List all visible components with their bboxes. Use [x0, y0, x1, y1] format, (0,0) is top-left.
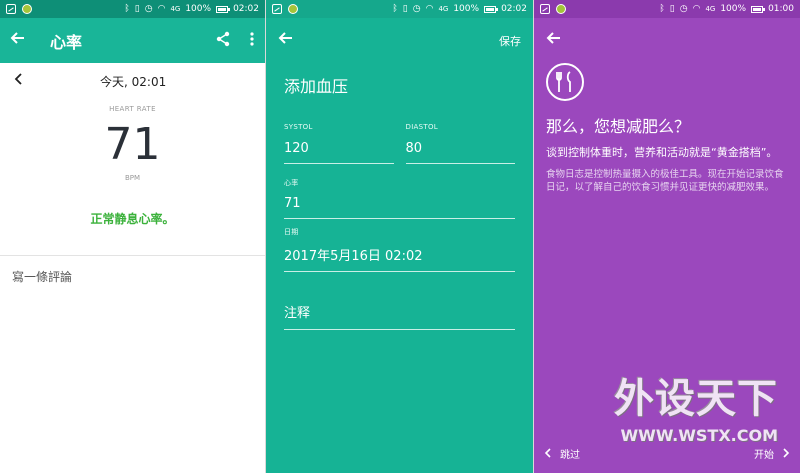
battery-icon	[216, 5, 231, 13]
app-notification-icon	[288, 4, 298, 14]
skip-button[interactable]: 跳过	[544, 446, 580, 461]
field-underline	[405, 163, 515, 164]
share-icon[interactable]	[215, 31, 231, 51]
skip-label: 跳过	[560, 449, 580, 461]
battery-icon	[751, 5, 766, 13]
screenshot-icon	[6, 4, 16, 14]
bluetooth-icon: ᛒ	[124, 4, 130, 14]
chevron-left-icon[interactable]	[14, 73, 24, 89]
heading: 那么，您想减肥么？	[546, 117, 691, 136]
write-comment-field[interactable]: 寫一條評論	[0, 256, 265, 297]
date-field[interactable]: 日期 2017年5月16日 02:02	[266, 227, 533, 272]
back-arrow-icon[interactable]	[278, 30, 294, 51]
start-button[interactable]: 开始	[754, 446, 790, 461]
heart-rate-value: 71	[104, 119, 161, 170]
heart-rate-field[interactable]: 心率 71	[266, 178, 533, 219]
signal-label: 4G	[438, 4, 449, 13]
app-bar: 心率	[0, 18, 265, 63]
heart-rate-screen: ᛒ ▯ ◷ ◠ 4G 100% 02:02 心率 今天, 02:01 HEART…	[0, 0, 265, 473]
heart-rate-label: 心率	[284, 179, 299, 187]
app-notification-icon	[556, 4, 566, 14]
wifi-icon: ◠	[425, 4, 434, 14]
screenshot-icon	[540, 4, 550, 14]
status-time: 02:02	[501, 4, 527, 14]
vibrate-icon: ▯	[134, 4, 140, 14]
date-row: 今天, 02:01	[0, 63, 265, 99]
start-label: 开始	[754, 449, 774, 461]
wifi-icon: ◠	[157, 4, 166, 14]
field-underline	[284, 163, 394, 164]
app-bar: 保存	[266, 18, 533, 63]
footer-nav: 跳过 开始	[534, 433, 800, 473]
diastolic-field[interactable]: DIASTOL 80	[405, 123, 516, 164]
watermark-text: 外设天下	[614, 376, 778, 422]
status-bar: ᛒ ▯ ◷ ◠ 4G 100% 01:00	[534, 0, 800, 18]
field-underline	[284, 329, 515, 330]
heart-rate-label: HEART RATE	[109, 105, 156, 113]
field-underline	[284, 218, 515, 219]
fork-knife-icon	[546, 63, 584, 101]
diastolic-value[interactable]: 80	[406, 141, 516, 156]
alarm-icon: ◷	[144, 4, 153, 14]
subheading: 谈到控制体重时，营养和活动就是“黄金搭档”。	[546, 146, 778, 159]
wifi-icon: ◠	[692, 4, 701, 14]
systolic-field[interactable]: SYSTOL 120	[284, 123, 394, 164]
diastolic-label: DIASTOL	[405, 123, 438, 131]
screenshot-icon	[272, 4, 282, 14]
status-bar: ᛒ ▯ ◷ ◠ 4G 100% 02:02	[0, 0, 265, 18]
heart-rate-unit: BPM	[124, 174, 141, 182]
screenshot-collage: ᛒ ▯ ◷ ◠ 4G 100% 02:02 心率 今天, 02:01 HEART…	[0, 0, 800, 473]
signal-label: 4G	[705, 4, 716, 13]
systolic-label: SYSTOL	[284, 123, 313, 131]
field-underline	[284, 271, 515, 272]
bluetooth-icon: ᛒ	[659, 4, 665, 14]
save-button[interactable]: 保存	[499, 33, 521, 49]
battery-icon	[484, 5, 499, 13]
alarm-icon: ◷	[679, 4, 688, 14]
more-vert-icon[interactable]	[249, 31, 255, 51]
back-arrow-icon[interactable]	[10, 30, 32, 51]
alarm-icon: ◷	[412, 4, 421, 14]
battery-percent: 100%	[720, 4, 747, 14]
note-field[interactable]: 注释	[266, 302, 533, 321]
body-text: 食物日志是控制热量摄入的极佳工具。现在开始记录饮食日记，以了解自己的饮食习惯并见…	[546, 169, 784, 193]
date-label: 今天, 02:01	[100, 74, 167, 89]
vibrate-icon: ▯	[402, 4, 408, 14]
app-notification-icon	[22, 4, 32, 14]
blood-pressure-row: SYSTOL 120 DIASTOL 80	[266, 123, 533, 164]
heart-rate-status: 正常静息心率。	[90, 212, 175, 226]
app-bar	[534, 18, 800, 63]
bluetooth-icon: ᛒ	[392, 4, 398, 14]
battery-percent: 100%	[453, 4, 480, 14]
back-arrow-icon[interactable]	[546, 30, 562, 51]
signal-label: 4G	[170, 4, 181, 13]
date-value[interactable]: 2017年5月16日 02:02	[284, 245, 515, 264]
diet-intro-screen: ᛒ ▯ ◷ ◠ 4G 100% 01:00 那么，您想减肥么？ 谈到控制体重时，…	[533, 0, 800, 473]
battery-percent: 100%	[185, 4, 212, 14]
status-time: 01:00	[768, 4, 794, 14]
status-bar: ᛒ ▯ ◷ ◠ 4G 100% 02:02	[266, 0, 533, 18]
systolic-value[interactable]: 120	[284, 141, 394, 156]
page-title: 添加血压	[284, 77, 349, 96]
status-time: 02:02	[233, 4, 259, 14]
vibrate-icon: ▯	[669, 4, 675, 14]
heart-rate-value[interactable]: 71	[284, 196, 515, 211]
date-label: 日期	[284, 228, 299, 236]
add-blood-pressure-screen: ᛒ ▯ ◷ ◠ 4G 100% 02:02 保存 添加血压 SYSTOL 120	[265, 0, 533, 473]
page-title: 心率	[50, 32, 83, 52]
